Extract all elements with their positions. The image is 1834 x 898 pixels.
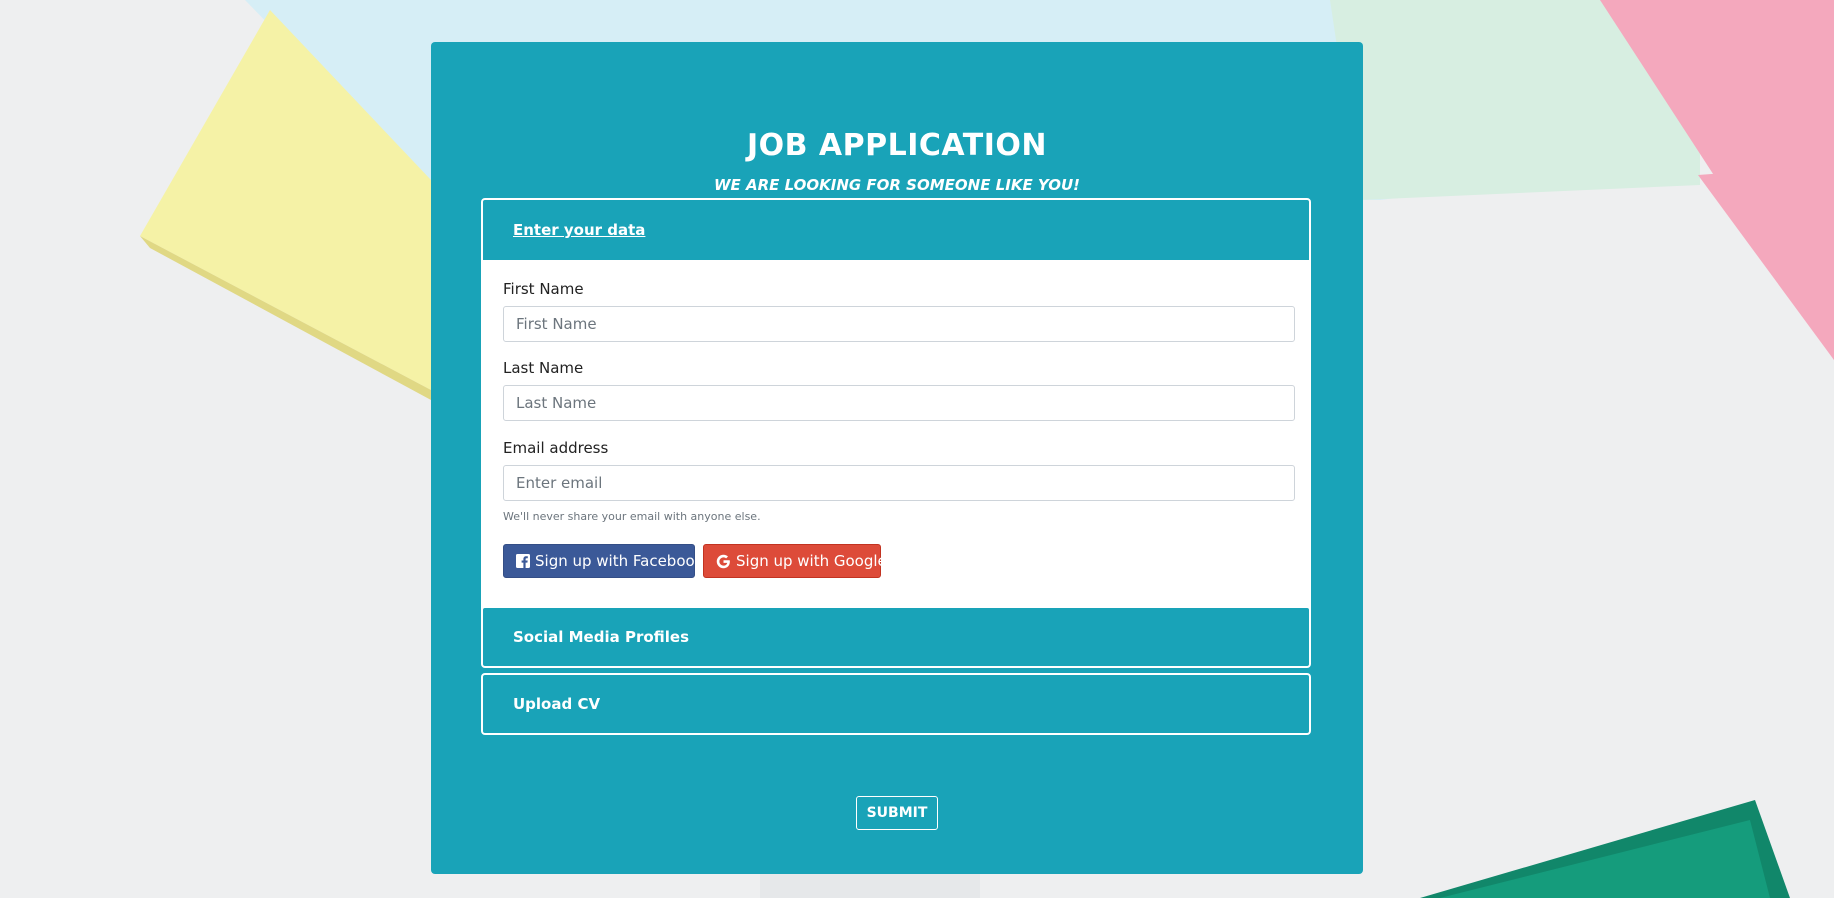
section-upload-cv-header[interactable]: Upload CV xyxy=(483,675,1309,733)
first-name-label: First Name xyxy=(503,280,584,298)
page-subtitle: WE ARE LOOKING FOR SOMEONE LIKE YOU! xyxy=(713,176,1081,194)
facebook-icon xyxy=(516,554,530,568)
section-enter-data-body: First Name Last Name Email address We'll… xyxy=(483,260,1309,642)
email-label: Email address xyxy=(503,439,609,457)
section-social-media-title[interactable]: Social Media Profiles xyxy=(513,628,689,646)
last-name-input[interactable] xyxy=(503,385,1295,421)
section-enter-data: Enter your data First Name Last Name Ema… xyxy=(481,198,1311,644)
email-help-text: We'll never share your email with anyone… xyxy=(503,510,761,523)
section-upload-cv[interactable]: Upload CV xyxy=(481,673,1311,735)
section-social-media-header[interactable]: Social Media Profiles xyxy=(483,608,1309,666)
google-signup-label: Sign up with Google xyxy=(736,552,887,570)
facebook-signup-button[interactable]: Sign up with Facebook xyxy=(503,544,703,578)
google-icon xyxy=(716,554,731,569)
first-name-input[interactable] xyxy=(503,306,1295,342)
google-signup-button[interactable]: Sign up with Google xyxy=(703,544,887,578)
section-upload-cv-title[interactable]: Upload CV xyxy=(513,695,600,713)
email-input[interactable] xyxy=(503,465,1295,501)
facebook-signup-label: Sign up with Facebook xyxy=(535,552,704,570)
submit-button[interactable]: SUBMIT xyxy=(856,796,938,830)
section-enter-data-title[interactable]: Enter your data xyxy=(513,221,645,239)
section-enter-data-header[interactable]: Enter your data xyxy=(483,200,1309,260)
section-social-media[interactable]: Social Media Profiles xyxy=(481,606,1311,668)
last-name-label: Last Name xyxy=(503,359,584,377)
page-title: JOB APPLICATION xyxy=(746,128,1048,163)
application-card: JOB APPLICATION WE ARE LOOKING FOR SOMEO… xyxy=(431,42,1363,874)
